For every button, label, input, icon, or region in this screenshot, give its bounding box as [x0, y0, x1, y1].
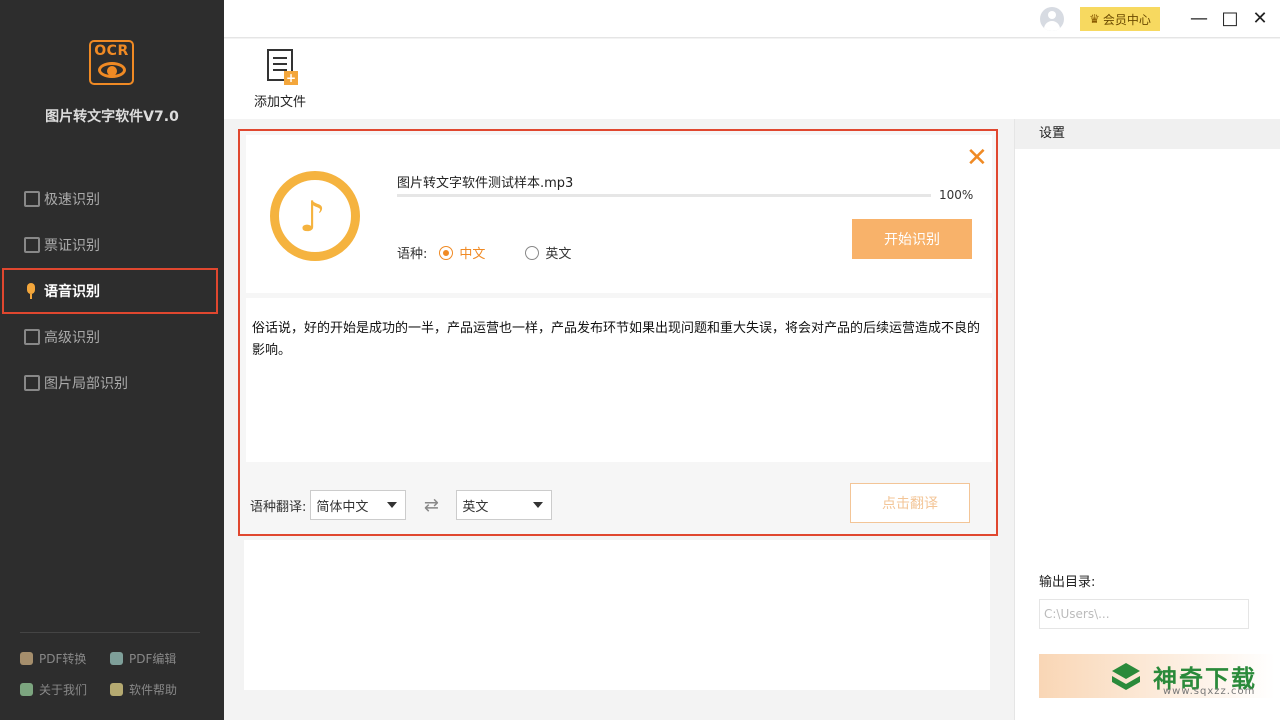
watermark: 神奇下载 www.sqxzz.com	[1039, 654, 1275, 698]
remove-file-icon[interactable]: ✕	[966, 145, 988, 171]
file-name: 图片转文字软件测试样本.mp3	[397, 176, 574, 191]
pdf-convert-link[interactable]: PDF转换	[20, 650, 110, 667]
file-card: ♪ 图片转文字软件测试样本.mp3 100% ✕ 开始识别 语种: 中文 英文	[246, 135, 992, 293]
sidebar-footer: PDF转换 PDF编辑 关于我们 软件帮助	[20, 632, 200, 705]
progress-bar	[397, 194, 931, 197]
sidebar-item-advanced-recognize[interactable]: 高级识别	[0, 314, 224, 360]
output-directory-label: 输出目录:	[1039, 575, 1096, 590]
result-text-area[interactable]: 俗话说，好的开始是成功的一半，产品运营也一样，产品发布环节如果出现问题和重大失误…	[246, 298, 992, 462]
close-window-button[interactable]: ✕	[1247, 6, 1273, 32]
file-list-area	[244, 540, 990, 690]
pdf-edit-icon	[110, 652, 123, 665]
microphone-icon	[24, 283, 38, 299]
translate-button[interactable]: 点击翻译	[850, 483, 970, 523]
about-icon	[20, 683, 33, 696]
sidebar-item-fast-recognize[interactable]: 极速识别	[0, 176, 224, 222]
start-recognize-button[interactable]: 开始识别	[852, 219, 972, 259]
recognition-panel: ♪ 图片转文字软件测试样本.mp3 100% ✕ 开始识别 语种: 中文 英文	[238, 129, 998, 536]
toolbar: + 添加文件	[224, 39, 1280, 119]
pdf-edit-link[interactable]: PDF编辑	[110, 650, 200, 667]
target-language-select[interactable]: 英文	[456, 490, 553, 520]
radio-chinese[interactable]: 中文	[439, 243, 485, 262]
sidebar-item-label: 图片局部识别	[44, 376, 128, 392]
settings-title: 设置	[1015, 119, 1280, 149]
sidebar-item-label: 极速识别	[44, 192, 100, 208]
chevron-down-icon	[533, 502, 544, 508]
minimize-button[interactable]: —	[1186, 6, 1212, 32]
chevron-down-icon	[387, 502, 398, 508]
language-label: 语种:	[397, 247, 428, 262]
sidebar-item-voice-recognize[interactable]: 语音识别	[0, 268, 224, 314]
sidebar-item-ticket-recognize[interactable]: 票证识别	[0, 222, 224, 268]
advanced-icon	[24, 329, 40, 345]
radio-checked-icon	[439, 245, 454, 260]
watermark-logo-icon	[1112, 663, 1140, 690]
translate-row: 语种翻译: 简体中文 ⇄ 英文 点击翻译	[250, 483, 986, 523]
add-file-icon: +	[267, 49, 298, 85]
about-link[interactable]: 关于我们	[20, 681, 110, 698]
maximize-button[interactable]: □	[1217, 6, 1243, 32]
ocr-logo: OCR	[89, 40, 134, 85]
add-file-button[interactable]: + 添加文件	[250, 49, 310, 110]
pupil-icon	[107, 66, 117, 76]
settings-panel: 设置 输出目录: C:\Users\... 神奇下载 www.sqxzz.com	[1014, 119, 1280, 720]
help-icon	[110, 683, 123, 696]
logo-text: OCR	[94, 43, 129, 59]
translate-label: 语种翻译:	[250, 499, 307, 515]
source-language-select[interactable]: 简体中文	[310, 490, 407, 520]
app-title: 图片转文字软件V7.0	[45, 109, 179, 125]
pdf-convert-icon	[20, 652, 33, 665]
progress-percent: 100%	[939, 188, 974, 202]
partial-image-icon	[24, 375, 40, 391]
add-file-label: 添加文件	[253, 95, 306, 110]
avatar[interactable]	[1040, 7, 1064, 31]
title-bar: ♛ 会员中心 — □ ✕	[224, 0, 1280, 38]
watermark-url: www.sqxzz.com	[1163, 686, 1256, 697]
fast-recognize-icon	[24, 191, 40, 207]
language-selector: 语种: 中文 英文	[397, 243, 571, 262]
sidebar: OCR 图片转文字软件V7.0 极速识别 票证识别 语音识别 高级识别 图片局部…	[0, 0, 224, 720]
crown-icon: ♛	[1089, 12, 1100, 26]
sidebar-item-label: 高级识别	[44, 330, 100, 346]
vip-center-button[interactable]: ♛ 会员中心	[1080, 7, 1160, 31]
output-directory-field[interactable]: C:\Users\...	[1039, 599, 1249, 629]
swap-language-icon[interactable]: ⇄	[406, 495, 456, 516]
sidebar-item-partial-recognize[interactable]: 图片局部识别	[0, 360, 224, 406]
result-text: 俗话说，好的开始是成功的一半，产品运营也一样，产品发布环节如果出现问题和重大失误…	[252, 321, 981, 358]
ticket-icon	[24, 237, 40, 253]
help-link[interactable]: 软件帮助	[110, 681, 200, 698]
sidebar-item-label: 票证识别	[44, 238, 100, 254]
music-disc-icon: ♪	[270, 171, 360, 261]
sidebar-nav: 极速识别 票证识别 语音识别 高级识别 图片局部识别	[0, 176, 224, 406]
radio-unchecked-icon	[525, 245, 540, 260]
app-window: OCR 图片转文字软件V7.0 极速识别 票证识别 语音识别 高级识别 图片局部…	[0, 0, 1280, 720]
radio-english[interactable]: 英文	[525, 243, 571, 262]
